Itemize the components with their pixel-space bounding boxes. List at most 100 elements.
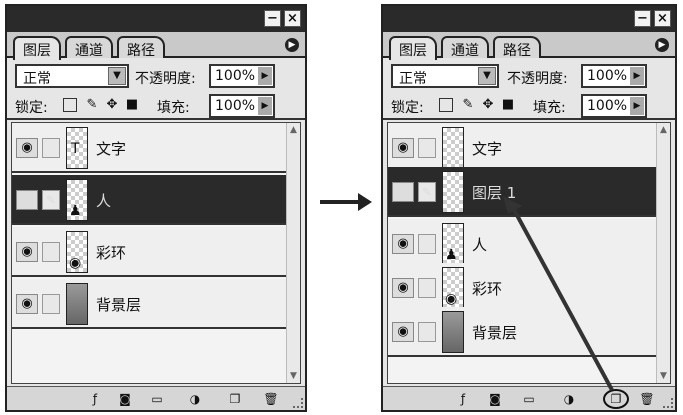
blend-mode-value: 正常 [23, 71, 51, 87]
layer-style-icon[interactable]: ƒ [455, 391, 471, 407]
resize-grip[interactable] [293, 398, 303, 408]
adjustment-layer-icon[interactable]: ◑ [561, 391, 577, 407]
arrow-right-icon [320, 193, 372, 211]
link-box[interactable] [42, 294, 60, 314]
adjustment-layer-icon[interactable]: ◑ [187, 391, 203, 407]
scroll-down-icon[interactable]: ▼ [657, 371, 670, 381]
link-box[interactable] [418, 234, 436, 254]
layer-thumbnail [442, 171, 464, 213]
layer-name: 背景层 [96, 296, 142, 314]
tab-layers[interactable]: 图层 [389, 36, 437, 60]
fill-field[interactable]: 100% ▶ [209, 94, 275, 118]
lock-transparent-icon[interactable] [63, 98, 77, 112]
lock-all-icon[interactable]: ■ [125, 98, 139, 112]
scrollbar[interactable]: ▲ ▼ [286, 123, 300, 383]
resize-grip[interactable] [663, 398, 673, 408]
scroll-up-icon[interactable]: ▲ [657, 125, 670, 135]
tab-channels[interactable]: 通道 [65, 36, 113, 59]
opacity-field[interactable]: 100% ▶ [209, 64, 275, 88]
layer-mask-icon[interactable]: ◙ [117, 391, 133, 407]
layer-name: 人 [472, 236, 488, 254]
tab-channels[interactable]: 通道 [441, 36, 489, 59]
eye-icon[interactable]: ◉ [392, 182, 414, 202]
eye-icon[interactable]: ◉ [16, 190, 38, 210]
layer-row[interactable]: ◉ 文字 [388, 123, 656, 173]
layer-row[interactable]: ◉ ✎ 图层 1 [388, 167, 656, 217]
layer-row[interactable]: ◉ 背景层 [388, 307, 656, 357]
lock-move-icon[interactable]: ✥ [105, 98, 119, 112]
layer-thumbnail [442, 311, 464, 353]
layer-row[interactable]: ◉ ♟ 人 [388, 219, 656, 269]
layer-row[interactable]: ◉ T 文字 [12, 123, 286, 173]
lock-move-icon[interactable]: ✥ [481, 98, 495, 112]
opacity-label: 不透明度: [507, 71, 568, 87]
eye-icon[interactable]: ◉ [392, 138, 414, 158]
fill-label: 填充: [157, 100, 190, 116]
layers-panel-after: − × 图层 通道 路径 ▶ 正常 ▼ 不透明度: 100% ▶ 锁定: ✎ ✥… [381, 4, 677, 412]
new-group-icon[interactable]: ▭ [149, 391, 165, 407]
close-icon[interactable]: × [284, 10, 301, 27]
new-layer-icon[interactable]: ❐ [603, 389, 629, 409]
lock-paint-icon[interactable]: ✎ [461, 98, 475, 112]
panel-titlebar: − × [383, 6, 675, 32]
fill-slider-arrow-icon[interactable]: ▶ [630, 97, 644, 115]
panel-menu-icon[interactable]: ▶ [655, 38, 669, 52]
lock-transparent-icon[interactable] [439, 98, 453, 112]
layer-row[interactable]: ◉ 背景层 [12, 279, 286, 329]
blend-mode-select[interactable]: 正常 ▼ [15, 64, 129, 88]
link-box[interactable] [418, 138, 436, 158]
layer-thumbnail [66, 283, 88, 325]
lock-paint-icon[interactable]: ✎ [85, 98, 99, 112]
eye-icon[interactable]: ◉ [16, 242, 38, 262]
layer-thumbnail [442, 127, 464, 169]
trash-icon[interactable]: 🗑 [263, 391, 279, 407]
panel-menu-icon[interactable]: ▶ [285, 38, 299, 52]
link-box[interactable] [42, 242, 60, 262]
fill-label: 填充: [533, 100, 566, 116]
eye-icon[interactable]: ◉ [392, 322, 414, 342]
layer-row[interactable]: ◉ ◉ 彩环 [388, 263, 656, 313]
layer-row[interactable]: ◉ ✎ ♟ 人 [12, 175, 286, 225]
new-layer-icon[interactable]: ❐ [227, 391, 243, 407]
lock-all-icon[interactable]: ■ [501, 98, 515, 112]
eye-icon[interactable]: ◉ [16, 294, 38, 314]
panel-titlebar: − × [7, 6, 305, 32]
layer-thumbnail: ♟ [442, 223, 464, 265]
link-box[interactable] [418, 322, 436, 342]
fill-value: 100% [215, 98, 256, 114]
layer-name: 彩环 [96, 244, 127, 262]
opacity-slider-arrow-icon[interactable]: ▶ [630, 67, 644, 85]
brush-icon[interactable]: ✎ [418, 182, 436, 202]
link-box[interactable] [42, 138, 60, 158]
tab-paths[interactable]: 路径 [493, 36, 541, 59]
chevron-down-icon[interactable]: ▼ [108, 67, 126, 85]
link-box[interactable] [418, 278, 436, 298]
close-icon[interactable]: × [654, 10, 671, 27]
eye-icon[interactable]: ◉ [392, 234, 414, 254]
opacity-slider-arrow-icon[interactable]: ▶ [258, 67, 272, 85]
minimize-icon[interactable]: − [634, 10, 651, 27]
layer-list: ◉ 文字 ◉ ✎ 图层 1 ◉ ♟ 人 ◉ ◉ 彩环 ◉ 背景层 ▲ ▼ [387, 122, 671, 384]
lock-label: 锁定: [391, 100, 424, 116]
layer-thumbnail: ♟ [66, 179, 88, 221]
fill-field[interactable]: 100% ▶ [581, 94, 647, 118]
eye-icon[interactable]: ◉ [16, 138, 38, 158]
fill-slider-arrow-icon[interactable]: ▶ [258, 97, 272, 115]
chevron-down-icon[interactable]: ▼ [478, 67, 496, 85]
layer-mask-icon[interactable]: ◙ [487, 391, 503, 407]
scrollbar[interactable]: ▲ ▼ [656, 123, 670, 383]
opacity-field[interactable]: 100% ▶ [581, 64, 647, 88]
new-group-icon[interactable]: ▭ [521, 391, 537, 407]
blend-mode-select[interactable]: 正常 ▼ [391, 64, 499, 88]
minimize-icon[interactable]: − [264, 10, 281, 27]
tab-paths[interactable]: 路径 [117, 36, 165, 59]
layer-row[interactable]: ◉ ◉ 彩环 [12, 227, 286, 277]
tab-layers[interactable]: 图层 [13, 36, 61, 60]
brush-icon[interactable]: ✎ [42, 190, 60, 210]
layer-list: ◉ T 文字 ◉ ✎ ♟ 人 ◉ ◉ 彩环 ◉ 背景层 ▲ ▼ [11, 122, 301, 384]
scroll-up-icon[interactable]: ▲ [287, 125, 300, 135]
layer-style-icon[interactable]: ƒ [87, 391, 103, 407]
scroll-down-icon[interactable]: ▼ [287, 371, 300, 381]
eye-icon[interactable]: ◉ [392, 278, 414, 298]
trash-icon[interactable]: 🗑 [639, 391, 655, 407]
